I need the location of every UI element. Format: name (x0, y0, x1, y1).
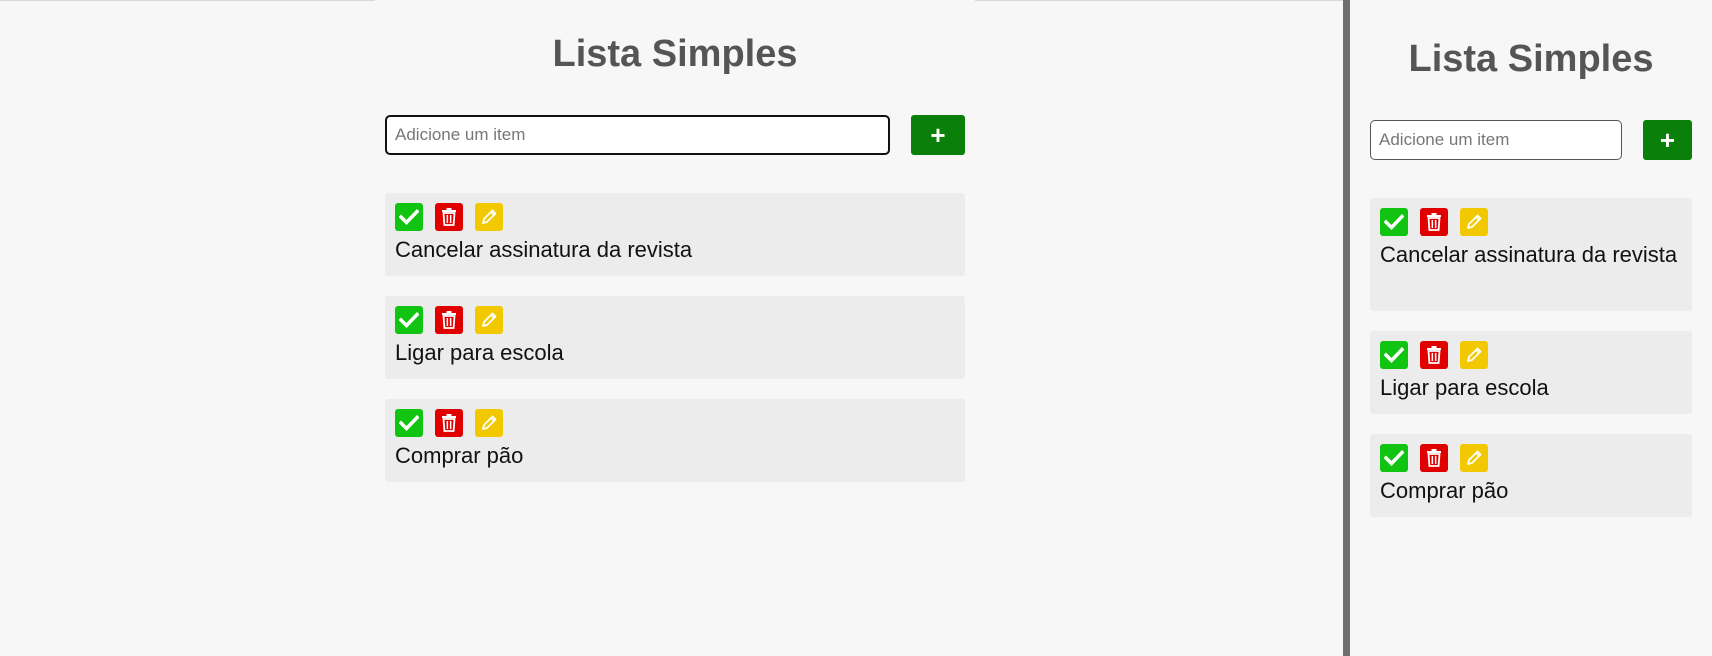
check-icon[interactable] (1380, 444, 1408, 472)
list-item: Comprar pão (385, 399, 965, 482)
check-icon[interactable] (1380, 208, 1408, 236)
item-actions (395, 203, 955, 231)
trash-icon[interactable] (435, 203, 463, 231)
item-actions (1380, 341, 1682, 369)
check-icon[interactable] (395, 409, 423, 437)
pencil-icon[interactable] (475, 306, 503, 334)
trash-icon[interactable] (435, 306, 463, 334)
trash-icon[interactable] (1420, 444, 1448, 472)
check-icon[interactable] (395, 203, 423, 231)
add-item-button[interactable]: + (911, 115, 965, 155)
todo-app-right: Lista Simples + Cancelar assinatura da r… (1350, 0, 1712, 656)
trash-icon[interactable] (1420, 341, 1448, 369)
add-item-input[interactable] (385, 115, 890, 155)
page-title: Lista Simples (1408, 38, 1654, 80)
pencil-icon[interactable] (475, 203, 503, 231)
add-item-button[interactable]: + (1643, 120, 1692, 160)
todo-app-left: Lista Simples + Cancelar assinatura da r… (375, 0, 975, 656)
check-icon[interactable] (1380, 341, 1408, 369)
pencil-icon[interactable] (1460, 208, 1488, 236)
item-actions (395, 409, 955, 437)
item-text: Comprar pão (1380, 478, 1509, 503)
trash-icon[interactable] (1420, 208, 1448, 236)
item-actions (1380, 208, 1682, 236)
list-item: Comprar pão (1370, 434, 1692, 517)
item-text: Comprar pão (395, 443, 524, 468)
item-text: Cancelar assinatura da revista (395, 237, 693, 262)
add-item-input[interactable] (1370, 120, 1622, 160)
pencil-icon[interactable] (475, 409, 503, 437)
trash-icon[interactable] (435, 409, 463, 437)
item-text: Cancelar assinatura da revista (1380, 242, 1678, 267)
item-actions (395, 306, 955, 334)
panel-divider[interactable] (1343, 0, 1350, 656)
page-title: Lista Simples (552, 33, 798, 75)
item-actions (1380, 444, 1682, 472)
list-item: Cancelar assinatura da revista (1370, 198, 1692, 311)
check-icon[interactable] (395, 306, 423, 334)
pencil-icon[interactable] (1460, 341, 1488, 369)
item-text: Ligar para escola (395, 340, 564, 365)
list-item: Ligar para escola (1370, 331, 1692, 414)
list-item: Ligar para escola (385, 296, 965, 379)
pencil-icon[interactable] (1460, 444, 1488, 472)
list-item: Cancelar assinatura da revista (385, 193, 965, 276)
item-text: Ligar para escola (1380, 375, 1549, 400)
